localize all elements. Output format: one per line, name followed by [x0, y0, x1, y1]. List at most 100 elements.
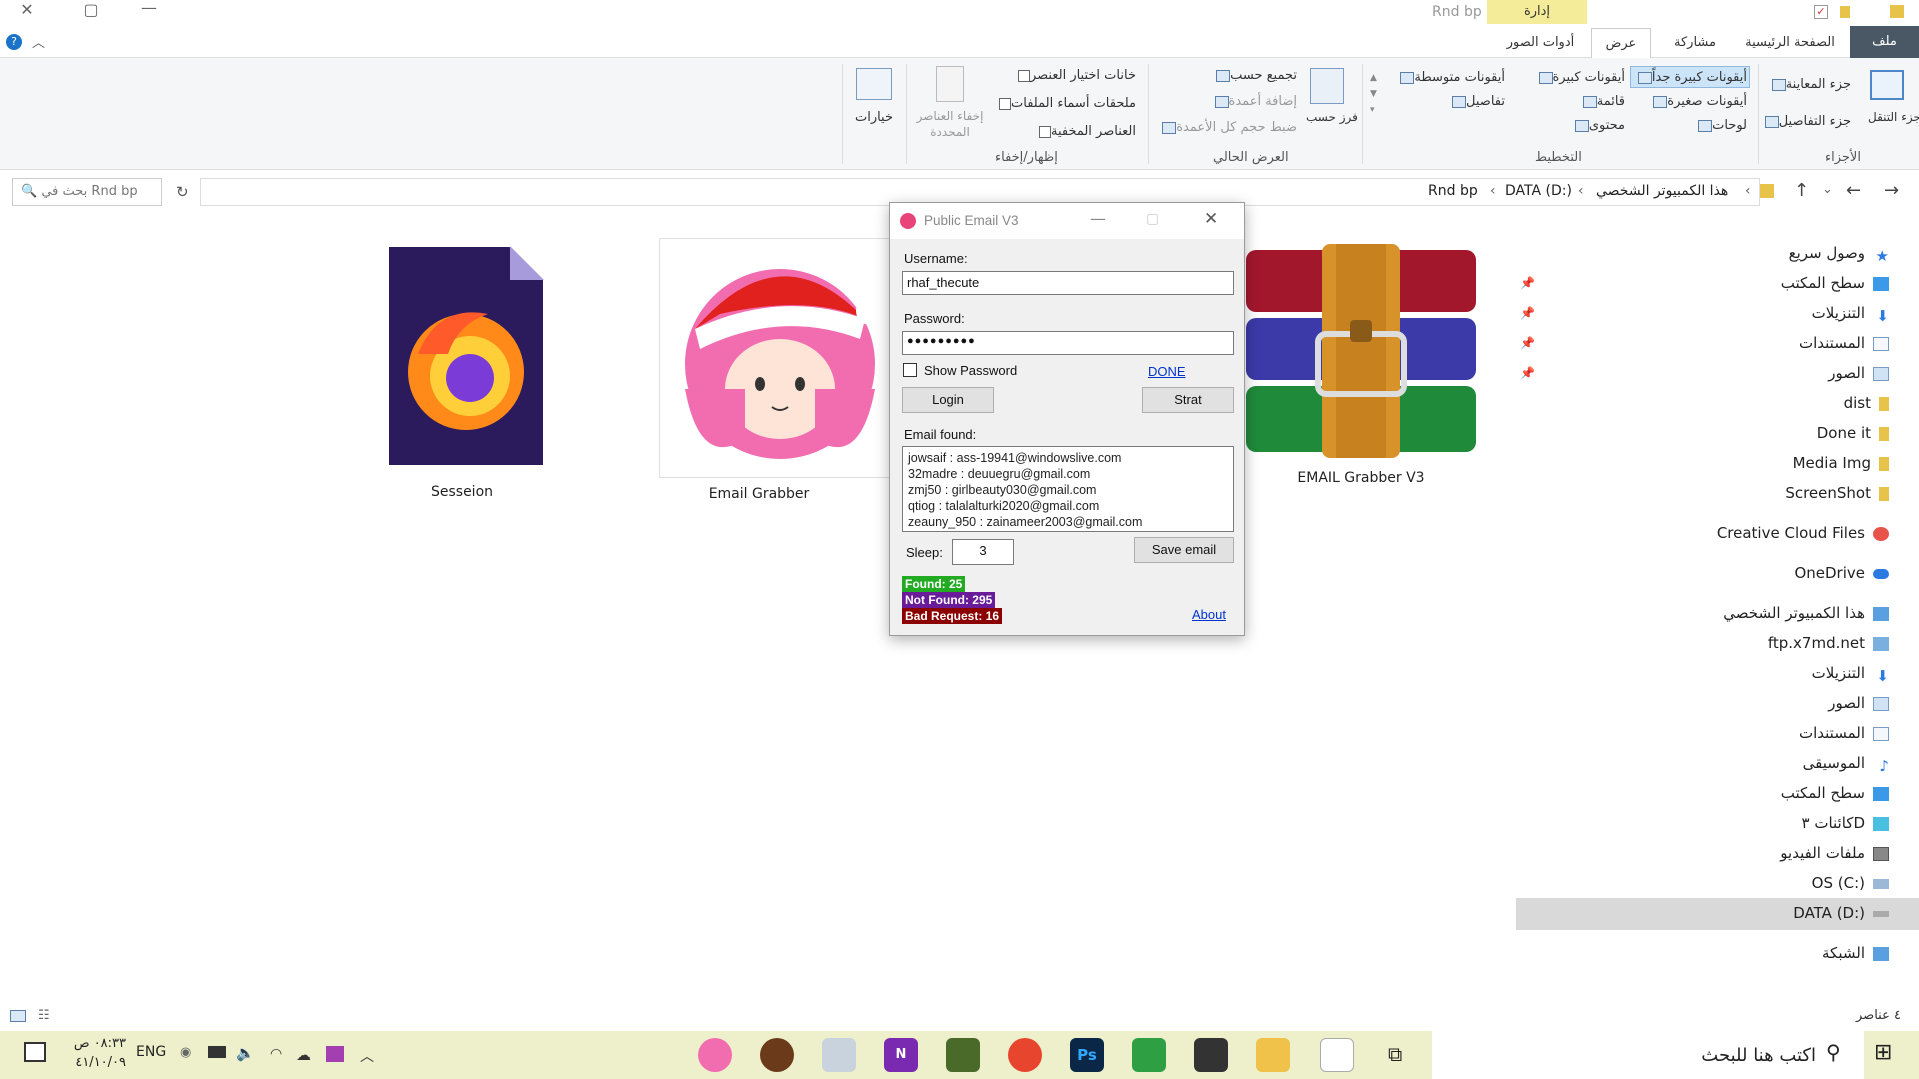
- onedrive-tray-icon[interactable]: ☁: [296, 1046, 311, 1064]
- recent-dropdown-icon[interactable]: ⌄: [1822, 182, 1833, 197]
- game-app-icon[interactable]: [946, 1038, 980, 1072]
- show-hidden-icons-icon[interactable]: ︿: [360, 1046, 374, 1066]
- store-icon[interactable]: [1194, 1038, 1228, 1072]
- nav-media-img[interactable]: Media Img: [1793, 454, 1889, 472]
- nav-desktop[interactable]: سطح المكتب: [1781, 274, 1889, 292]
- chrome-icon[interactable]: [1008, 1038, 1042, 1072]
- sleep-field[interactable]: 3: [952, 539, 1014, 565]
- breadcrumb-this-pc[interactable]: هذا الكمبيوتر الشخصي: [1596, 183, 1728, 199]
- tray-app-icon[interactable]: ◉: [180, 1045, 191, 1060]
- show-password-checkbox[interactable]: [903, 363, 917, 377]
- layout-list[interactable]: قائمة: [1579, 94, 1625, 109]
- item-checkboxes-checkbox[interactable]: [1017, 69, 1030, 82]
- nav-pc-3d-objects[interactable]: كائنات ٣D: [1802, 814, 1889, 832]
- tab-file[interactable]: ملف: [1850, 26, 1919, 58]
- file-item[interactable]: EMAIL Grabber V3: [1246, 244, 1476, 486]
- task-view-icon[interactable]: ⧉: [1388, 1042, 1402, 1066]
- nav-this-pc[interactable]: هذا الكمبيوتر الشخصي: [1723, 604, 1889, 622]
- nav-pc-music[interactable]: الموسيقى ♪: [1803, 754, 1889, 775]
- layout-details[interactable]: تفاصيل: [1448, 94, 1505, 109]
- nav-pc-desktop[interactable]: سطح المكتب: [1781, 784, 1889, 802]
- nav-pc-documents[interactable]: المستندات: [1799, 724, 1889, 742]
- large-icons-view-icon[interactable]: ☷: [38, 1008, 50, 1023]
- nav-pictures[interactable]: الصور: [1828, 364, 1889, 382]
- pin-icon[interactable]: 📌: [1520, 366, 1535, 380]
- clock[interactable]: ٠٨:٣٣ ص ٤١/١٠/٠٩: [64, 1034, 126, 1072]
- group-by-button[interactable]: تجميع حسب: [1212, 68, 1297, 83]
- nav-dist[interactable]: dist: [1844, 394, 1889, 412]
- done-link[interactable]: DONE: [1148, 364, 1186, 379]
- language-indicator[interactable]: ENG: [136, 1044, 166, 1060]
- maximize-icon[interactable]: ▢: [76, 0, 106, 19]
- options-icon[interactable]: [856, 68, 892, 100]
- layout-extra-large-icons[interactable]: أيقونات كبيرة جداً: [1634, 70, 1747, 85]
- nav-creative-cloud[interactable]: Creative Cloud Files: [1717, 524, 1889, 542]
- email-list[interactable]: jowsaif : ass-19941@windowslive.com 32ma…: [902, 446, 1234, 532]
- refresh-icon[interactable]: ↻: [176, 183, 189, 201]
- file-extensions-toggle[interactable]: ملحقات أسماء الملفات: [993, 96, 1136, 111]
- details-pane-button[interactable]: جزء التفاصيل: [1761, 114, 1851, 129]
- details-view-icon[interactable]: [10, 1010, 26, 1022]
- nav-ftp[interactable]: ftp.x7md.net: [1768, 634, 1889, 652]
- volume-icon[interactable]: 🔈: [236, 1044, 255, 1062]
- sort-by-button[interactable]: فرز حسب: [1306, 110, 1358, 124]
- help-icon[interactable]: ?: [6, 34, 22, 50]
- tab-picture-tools[interactable]: أدوات الصور: [1498, 28, 1583, 58]
- save-email-button[interactable]: Save email: [1134, 537, 1234, 563]
- nav-downloads[interactable]: التنزيلات ⬇: [1812, 304, 1889, 325]
- photoshop-icon[interactable]: Ps: [1070, 1038, 1104, 1072]
- breadcrumb-rnd-bp[interactable]: Rnd bp: [1428, 183, 1478, 199]
- onenote-icon[interactable]: N: [884, 1038, 918, 1072]
- pin-icon[interactable]: 📌: [1520, 336, 1535, 350]
- nav-onedrive[interactable]: OneDrive: [1794, 564, 1889, 582]
- file-explorer-icon[interactable]: [1256, 1038, 1290, 1072]
- layout-medium-icons[interactable]: أيقونات متوسطة: [1396, 70, 1505, 85]
- file-extensions-checkbox[interactable]: [999, 97, 1012, 110]
- forward-arrow-icon[interactable]: ←: [1846, 180, 1861, 201]
- battery-icon[interactable]: [208, 1046, 226, 1058]
- close-icon[interactable]: ✕: [1204, 209, 1218, 229]
- file-item[interactable]: Sesseion: [362, 244, 562, 500]
- context-tab-manage[interactable]: إدارة: [1487, 0, 1587, 24]
- back-arrow-icon[interactable]: →: [1884, 180, 1899, 201]
- email-grabber-taskbar-icon[interactable]: [698, 1038, 732, 1072]
- pin-icon[interactable]: 📌: [1520, 276, 1535, 290]
- onenote-tray-icon[interactable]: [326, 1046, 344, 1062]
- username-field[interactable]: rhaf_thecute: [902, 271, 1234, 295]
- hidden-items-toggle[interactable]: العناصر المخفية: [1033, 124, 1136, 139]
- tab-view[interactable]: عرض: [1591, 28, 1651, 58]
- minimize-icon[interactable]: —: [134, 0, 164, 17]
- pin-icon[interactable]: 📌: [1520, 306, 1535, 320]
- layout-large-icons[interactable]: أيقونات كبيرة: [1535, 70, 1625, 85]
- collapse-ribbon-icon[interactable]: ︿: [32, 32, 45, 51]
- nav-pc-downloads[interactable]: التنزيلات ⬇: [1812, 664, 1889, 685]
- nav-pc-pictures[interactable]: الصور: [1828, 694, 1889, 712]
- nav-pane-button[interactable]: جزء التنقل: [1868, 110, 1919, 124]
- nav-pc-drive-c[interactable]: OS (C:): [1812, 874, 1889, 892]
- tab-home[interactable]: الصفحة الرئيسية: [1740, 28, 1840, 58]
- maximize-icon[interactable]: ▢: [1146, 211, 1159, 227]
- sort-by-icon[interactable]: [1310, 68, 1344, 104]
- layout-small-icons[interactable]: أيقونات صغيرة: [1649, 94, 1747, 109]
- nav-network[interactable]: الشبكة: [1822, 944, 1889, 962]
- nav-done-it[interactable]: Done it: [1817, 424, 1889, 442]
- file-item[interactable]: Email Grabber: [659, 238, 899, 502]
- add-columns-button[interactable]: إضافة أعمدة: [1211, 94, 1297, 109]
- layout-content[interactable]: محتوى: [1571, 118, 1625, 133]
- nav-screenshot[interactable]: ScreenShot: [1785, 484, 1889, 502]
- close-icon[interactable]: ✕: [12, 0, 42, 19]
- nav-pc-videos[interactable]: ملفات الفيديو: [1780, 844, 1889, 862]
- taskbar-search[interactable]: اكتب هنا للبحث: [1432, 1031, 1864, 1079]
- password-field[interactable]: ●●●●●●●●●: [902, 331, 1234, 355]
- nav-pane-icon[interactable]: [1870, 70, 1904, 100]
- calendar-app-icon[interactable]: [1320, 1038, 1354, 1072]
- firefox-taskbar-icon[interactable]: [760, 1038, 794, 1072]
- preview-pane-button[interactable]: جزء المعاينة: [1768, 77, 1851, 92]
- nav-pc-drive-d[interactable]: DATA (D:): [1793, 904, 1889, 922]
- minimize-icon[interactable]: —: [1090, 209, 1106, 228]
- hide-selected-icon[interactable]: [936, 66, 964, 102]
- layout-scroll-arrows[interactable]: ▲ ▼ ▾: [1370, 70, 1377, 118]
- notifications-icon[interactable]: [24, 1042, 46, 1062]
- options-button[interactable]: خيارات: [850, 110, 898, 125]
- about-link[interactable]: About: [1192, 607, 1226, 622]
